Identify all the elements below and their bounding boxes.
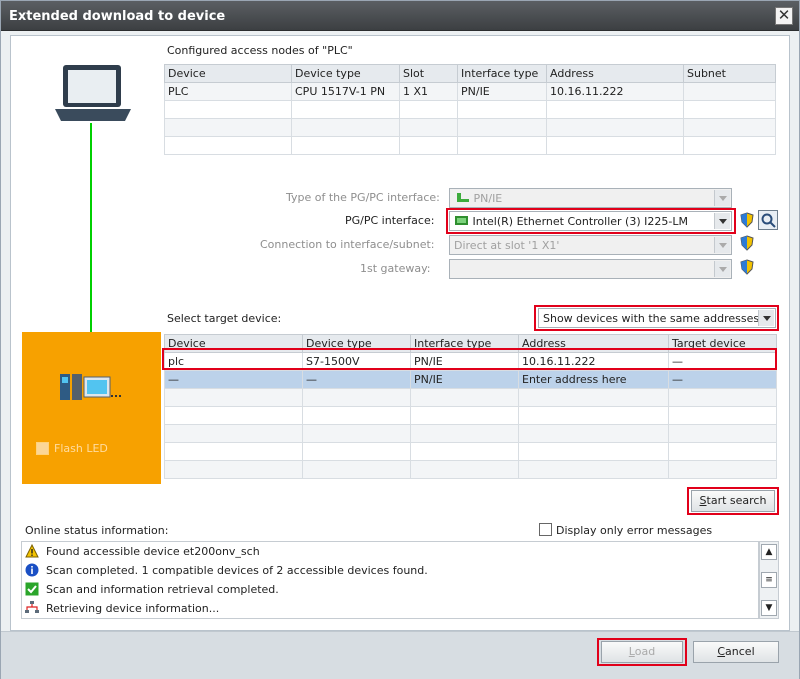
configured-nodes-heading: Configured access nodes of "PLC" — [167, 44, 353, 57]
only-errors-label: Display only error messages — [556, 524, 713, 537]
shield-icon[interactable] — [739, 259, 755, 275]
address-input[interactable]: Enter address here — [518, 370, 669, 389]
chevron-down-icon[interactable] — [714, 237, 730, 253]
col-slot: Slot — [399, 64, 458, 83]
col-device-type: Device type — [291, 64, 400, 83]
highlight-load — [597, 638, 687, 666]
col-address: Address — [546, 64, 684, 83]
table-row[interactable]: PLC CPU 1517V-1 PN 1 X1 PN/IE 10.16.11.2… — [164, 82, 776, 101]
highlight-start-search — [687, 487, 779, 515]
connection-select[interactable]: Direct at slot '1 X1' — [449, 235, 732, 255]
check-icon — [25, 582, 39, 596]
table-row — [164, 424, 777, 443]
scroll-up-icon[interactable]: ▲ — [761, 544, 777, 560]
target-device-heading: Select target device: — [167, 312, 282, 325]
table-row — [164, 442, 777, 461]
highlight-target-row — [162, 348, 777, 370]
configured-nodes-table: Device Device type Slot Interface type A… — [164, 64, 776, 155]
table-row — [164, 406, 777, 425]
dialog-title: Extended download to device — [9, 9, 226, 24]
shield-icon[interactable] — [739, 235, 755, 251]
col-subnet: Subnet — [683, 64, 776, 83]
gateway-select[interactable] — [449, 259, 732, 279]
table-row — [164, 100, 776, 119]
pnie-icon — [457, 193, 469, 202]
table-row — [164, 118, 776, 137]
table-row — [164, 388, 777, 407]
flash-led-label: Flash LED — [54, 442, 108, 455]
chevron-down-icon[interactable] — [714, 190, 730, 206]
scroll-down-icon[interactable]: ▼ — [761, 600, 777, 616]
list-item: Found accessible device et200onv_sch — [22, 542, 758, 561]
info-icon — [25, 563, 39, 577]
list-item: Retrieving device information... — [22, 599, 758, 618]
highlight-pgpc-interface — [446, 208, 736, 234]
interface-type-label: Type of the PG/PC interface: — [286, 191, 440, 204]
download-dialog: Extended download to device ✕ Configured… — [0, 0, 800, 679]
connection-label: Connection to interface/subnet: — [260, 238, 435, 251]
col-device: Device — [164, 64, 292, 83]
list-item: Scan completed. 1 compatible devices of … — [22, 561, 758, 580]
pg-laptop-icon — [55, 65, 131, 121]
status-scrollbar[interactable]: ▲ ≡ ▼ — [759, 541, 779, 619]
chevron-down-icon[interactable] — [714, 261, 730, 277]
flash-led-checkbox[interactable] — [36, 442, 49, 455]
network-icon — [25, 601, 39, 613]
pgpc-interface-label: PG/PC interface: — [345, 214, 435, 227]
title-bar: Extended download to device ✕ — [1, 1, 799, 31]
close-icon[interactable]: ✕ — [775, 7, 793, 25]
online-status-heading: Online status information: — [25, 524, 169, 537]
interface-type-select[interactable]: PN/IE — [449, 188, 732, 208]
status-list: Found accessible device et200onv_sch Sca… — [21, 541, 759, 619]
table-row[interactable]: — — PN/IE Enter address here — — [164, 370, 777, 389]
cancel-button[interactable]: Cancel — [693, 641, 779, 663]
search-icon — [761, 213, 776, 228]
target-device-panel — [22, 332, 161, 484]
table-row — [164, 460, 777, 479]
only-errors-checkbox[interactable] — [539, 523, 552, 536]
scroll-thumb-icon[interactable]: ≡ — [761, 572, 777, 588]
col-interface-type: Interface type — [457, 64, 547, 83]
highlight-device-filter — [534, 305, 779, 331]
properties-button[interactable] — [758, 210, 778, 230]
connection-line — [90, 123, 92, 357]
warning-icon — [25, 544, 39, 558]
plc-device-icon — [60, 374, 121, 400]
list-item: Scan and information retrieval completed… — [22, 580, 758, 599]
table-row — [164, 136, 776, 155]
gateway-label: 1st gateway: — [360, 262, 431, 275]
shield-icon[interactable] — [739, 212, 755, 228]
